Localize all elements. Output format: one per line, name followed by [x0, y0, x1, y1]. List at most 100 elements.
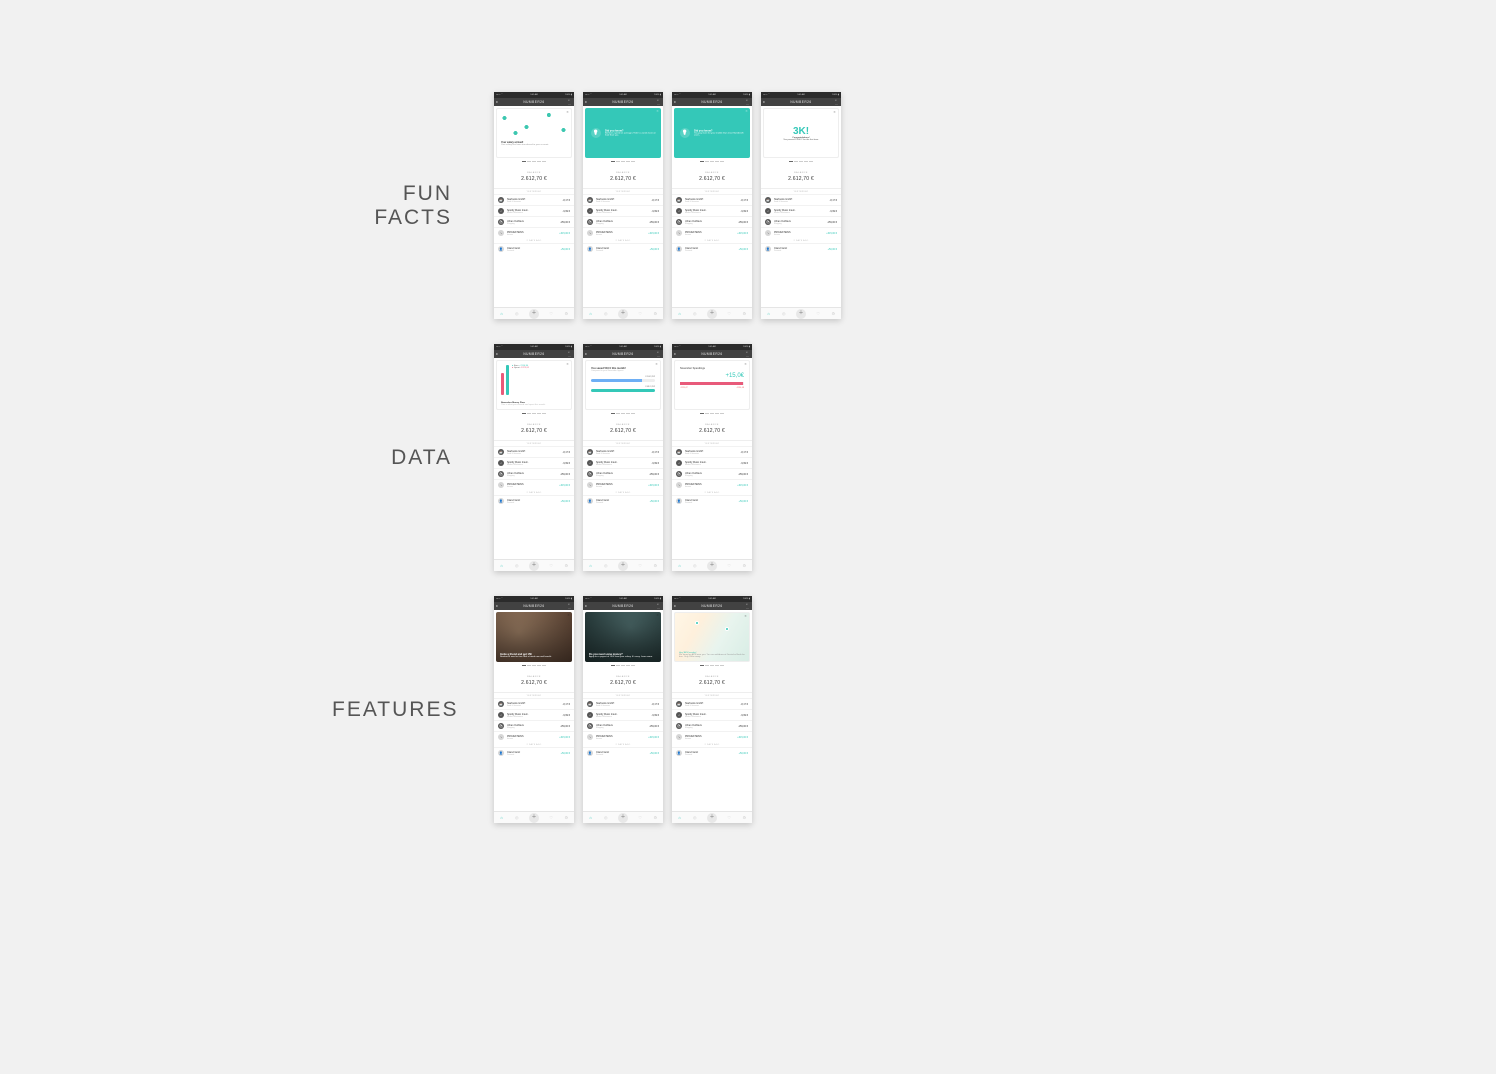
hero-salary[interactable]: ✕ Your salary arrived! Your salary has b…	[496, 108, 572, 158]
table-row[interactable]: ☕Starbucks GmbHFood & Groceries-8,17 €	[494, 698, 574, 709]
tab-home[interactable]: ⌂	[499, 815, 505, 821]
tab-stats[interactable]: ◎	[692, 563, 698, 569]
tab-settings[interactable]: ⚙	[741, 563, 747, 569]
tab-settings[interactable]: ⚙	[741, 311, 747, 317]
table-row[interactable]: ↘PROJEKTEINSIncome+615,00 €	[494, 731, 574, 742]
tab-home[interactable]: ⌂	[499, 563, 505, 569]
table-row[interactable]: ↘PROJEKTEINSIncome+615,00 €	[583, 479, 663, 490]
close-icon[interactable]: ✕	[655, 363, 658, 366]
close-icon[interactable]: ✕	[656, 110, 659, 113]
hero-saved[interactable]: ✕You saved 510 € this month!Compared to …	[585, 360, 661, 410]
table-row[interactable]: 👤Clara FrantzPersonal+50,00 €	[672, 495, 752, 506]
add-button[interactable]: ＋	[618, 813, 628, 823]
tab-stats[interactable]: ◎	[514, 815, 520, 821]
table-row[interactable]: ↘PROJEKTEINSIncome+615,00 €	[583, 731, 663, 742]
nav-right-icons[interactable]: ⌕ ⋯	[568, 350, 572, 358]
add-button[interactable]: ＋	[796, 309, 806, 319]
nav-right-icons[interactable]: ⌕ ⋯	[657, 98, 661, 106]
table-row[interactable]: ☕Starbucks GmbHFood & Groceries-8,17 €	[672, 446, 752, 457]
tab-stats[interactable]: ◎	[603, 563, 609, 569]
add-button[interactable]: ＋	[529, 561, 539, 571]
table-row[interactable]: 🛍Urban OutfittersShopping-159,00 €	[672, 468, 752, 479]
table-row[interactable]: ♪Spotify Music Intern.Media & Electronic…	[672, 457, 752, 468]
tab-home[interactable]: ⌂	[499, 311, 505, 317]
nav-right-icons[interactable]: ⌕ ⋯	[657, 350, 661, 358]
table-row[interactable]: ☕Starbucks GmbHFood & Groceries-8,17 €	[672, 698, 752, 709]
hero-threek[interactable]: ✕3K!Congratulations!You passed 3.000 € f…	[763, 108, 839, 158]
table-row[interactable]: ↘PROJEKTEINSIncome+615,00 €	[672, 731, 752, 742]
add-button[interactable]: ＋	[707, 309, 717, 319]
hero-borrow[interactable]: ✕Do you need some money?Apply for a payo…	[585, 612, 661, 662]
tab-stats[interactable]: ◎	[692, 311, 698, 317]
table-row[interactable]: 👤Clara FrantzPersonal+50,00 €	[672, 243, 752, 254]
tab-home[interactable]: ⌂	[766, 311, 772, 317]
tab-home[interactable]: ⌂	[677, 815, 683, 821]
add-button[interactable]: ＋	[529, 813, 539, 823]
add-button[interactable]: ＋	[707, 561, 717, 571]
hero-didyouknow1[interactable]: ✕Did you know?Berliners spend on average…	[585, 108, 661, 158]
nav-right-icons[interactable]: ⌕ ⋯	[657, 602, 661, 610]
table-row[interactable]: 🛍Urban OutfittersShopping-159,00 €	[583, 720, 663, 731]
tab-stats[interactable]: ◎	[514, 311, 520, 317]
tab-fav[interactable]: ♡	[548, 311, 554, 317]
table-row[interactable]: 👤Clara FrantzPersonal+50,00 €	[583, 747, 663, 758]
table-row[interactable]: ♪Spotify Music Intern.Media & Electronic…	[672, 709, 752, 720]
tab-settings[interactable]: ⚙	[652, 815, 658, 821]
nav-right-icons[interactable]: ⌕ ⋯	[746, 602, 750, 610]
add-button[interactable]: ＋	[618, 309, 628, 319]
tab-fav[interactable]: ♡	[548, 815, 554, 821]
table-row[interactable]: ☕Starbucks GmbHFood & Groceries-8,17 €	[672, 194, 752, 205]
table-row[interactable]: 👤Clara FrantzPersonal+50,00 €	[583, 243, 663, 254]
tab-fav[interactable]: ♡	[637, 815, 643, 821]
close-icon[interactable]: ✕	[656, 614, 659, 617]
table-row[interactable]: ♪Spotify Music Intern.Media & Electronic…	[672, 205, 752, 216]
close-icon[interactable]: ✕	[567, 614, 570, 617]
tab-home[interactable]: ⌂	[588, 815, 594, 821]
table-row[interactable]: 👤Clara FrantzPersonal+50,00 €	[494, 495, 574, 506]
table-row[interactable]: ☕Starbucks GmbHFood & Groceries-8,17 €	[583, 446, 663, 457]
nav-right-icons[interactable]: ⌕ ⋯	[835, 98, 839, 106]
table-row[interactable]: ♪Spotify Music Intern.Media & Electronic…	[583, 205, 663, 216]
nav-right-icons[interactable]: ⌕ ⋯	[746, 98, 750, 106]
tab-settings[interactable]: ⚙	[563, 815, 569, 821]
tab-settings[interactable]: ⚙	[563, 311, 569, 317]
table-row[interactable]: 🛍Urban OutfittersShopping-159,00 €	[672, 720, 752, 731]
tab-stats[interactable]: ◎	[603, 311, 609, 317]
nav-right-icons[interactable]: ⌕ ⋯	[746, 350, 750, 358]
table-row[interactable]: ↘PROJEKTEINSIncome+615,00 €	[761, 227, 841, 238]
table-row[interactable]: 🛍Urban OutfittersShopping-159,00 €	[672, 216, 752, 227]
table-row[interactable]: 🛍Urban OutfittersShopping-159,00 €	[494, 468, 574, 479]
tab-settings[interactable]: ⚙	[563, 563, 569, 569]
table-row[interactable]: 👤Clara FrantzPersonal+50,00 €	[494, 747, 574, 758]
hero-atm[interactable]: ✕Hey! ATM nearby!We found an ATM near yo…	[674, 612, 750, 662]
add-button[interactable]: ＋	[618, 561, 628, 571]
tab-home[interactable]: ⌂	[677, 563, 683, 569]
close-icon[interactable]: ✕	[566, 363, 569, 366]
table-row[interactable]: 👤Clara FrantzPersonal+50,00 €	[672, 747, 752, 758]
table-row[interactable]: 🛍Urban OutfittersShopping-159,00 €	[494, 216, 574, 227]
tab-stats[interactable]: ◎	[514, 563, 520, 569]
tab-fav[interactable]: ♡	[726, 311, 732, 317]
close-icon[interactable]: ✕	[744, 615, 747, 618]
tab-settings[interactable]: ⚙	[652, 311, 658, 317]
close-icon[interactable]: ✕	[833, 111, 836, 114]
table-row[interactable]: ☕Starbucks GmbHFood & Groceries-8,17 €	[494, 194, 574, 205]
close-icon[interactable]: ✕	[745, 110, 748, 113]
tab-home[interactable]: ⌂	[677, 311, 683, 317]
tab-settings[interactable]: ⚙	[830, 311, 836, 317]
tab-fav[interactable]: ♡	[726, 815, 732, 821]
table-row[interactable]: ☕Starbucks GmbHFood & Groceries-8,17 €	[494, 446, 574, 457]
tab-settings[interactable]: ⚙	[652, 563, 658, 569]
hero-moneyflow[interactable]: ✕● Earn +2114,94● Spent -1223,24November…	[496, 360, 572, 410]
add-button[interactable]: ＋	[529, 309, 539, 319]
table-row[interactable]: ♪Spotify Music Intern.Media & Electronic…	[761, 205, 841, 216]
hero-novspend[interactable]: ✕November Spendings+15,0€-1119,47-1134,4…	[674, 360, 750, 410]
tab-stats[interactable]: ◎	[692, 815, 698, 821]
table-row[interactable]: ☕Starbucks GmbHFood & Groceries-8,17 €	[761, 194, 841, 205]
tab-home[interactable]: ⌂	[588, 311, 594, 317]
table-row[interactable]: 👤Clara FrantzPersonal+50,00 €	[761, 243, 841, 254]
table-row[interactable]: ↘PROJEKTEINSIncome+615,00 €	[672, 479, 752, 490]
tab-fav[interactable]: ♡	[637, 311, 643, 317]
table-row[interactable]: ↘PROJEKTEINSIncome+615,00 €	[672, 227, 752, 238]
tab-stats[interactable]: ◎	[603, 815, 609, 821]
